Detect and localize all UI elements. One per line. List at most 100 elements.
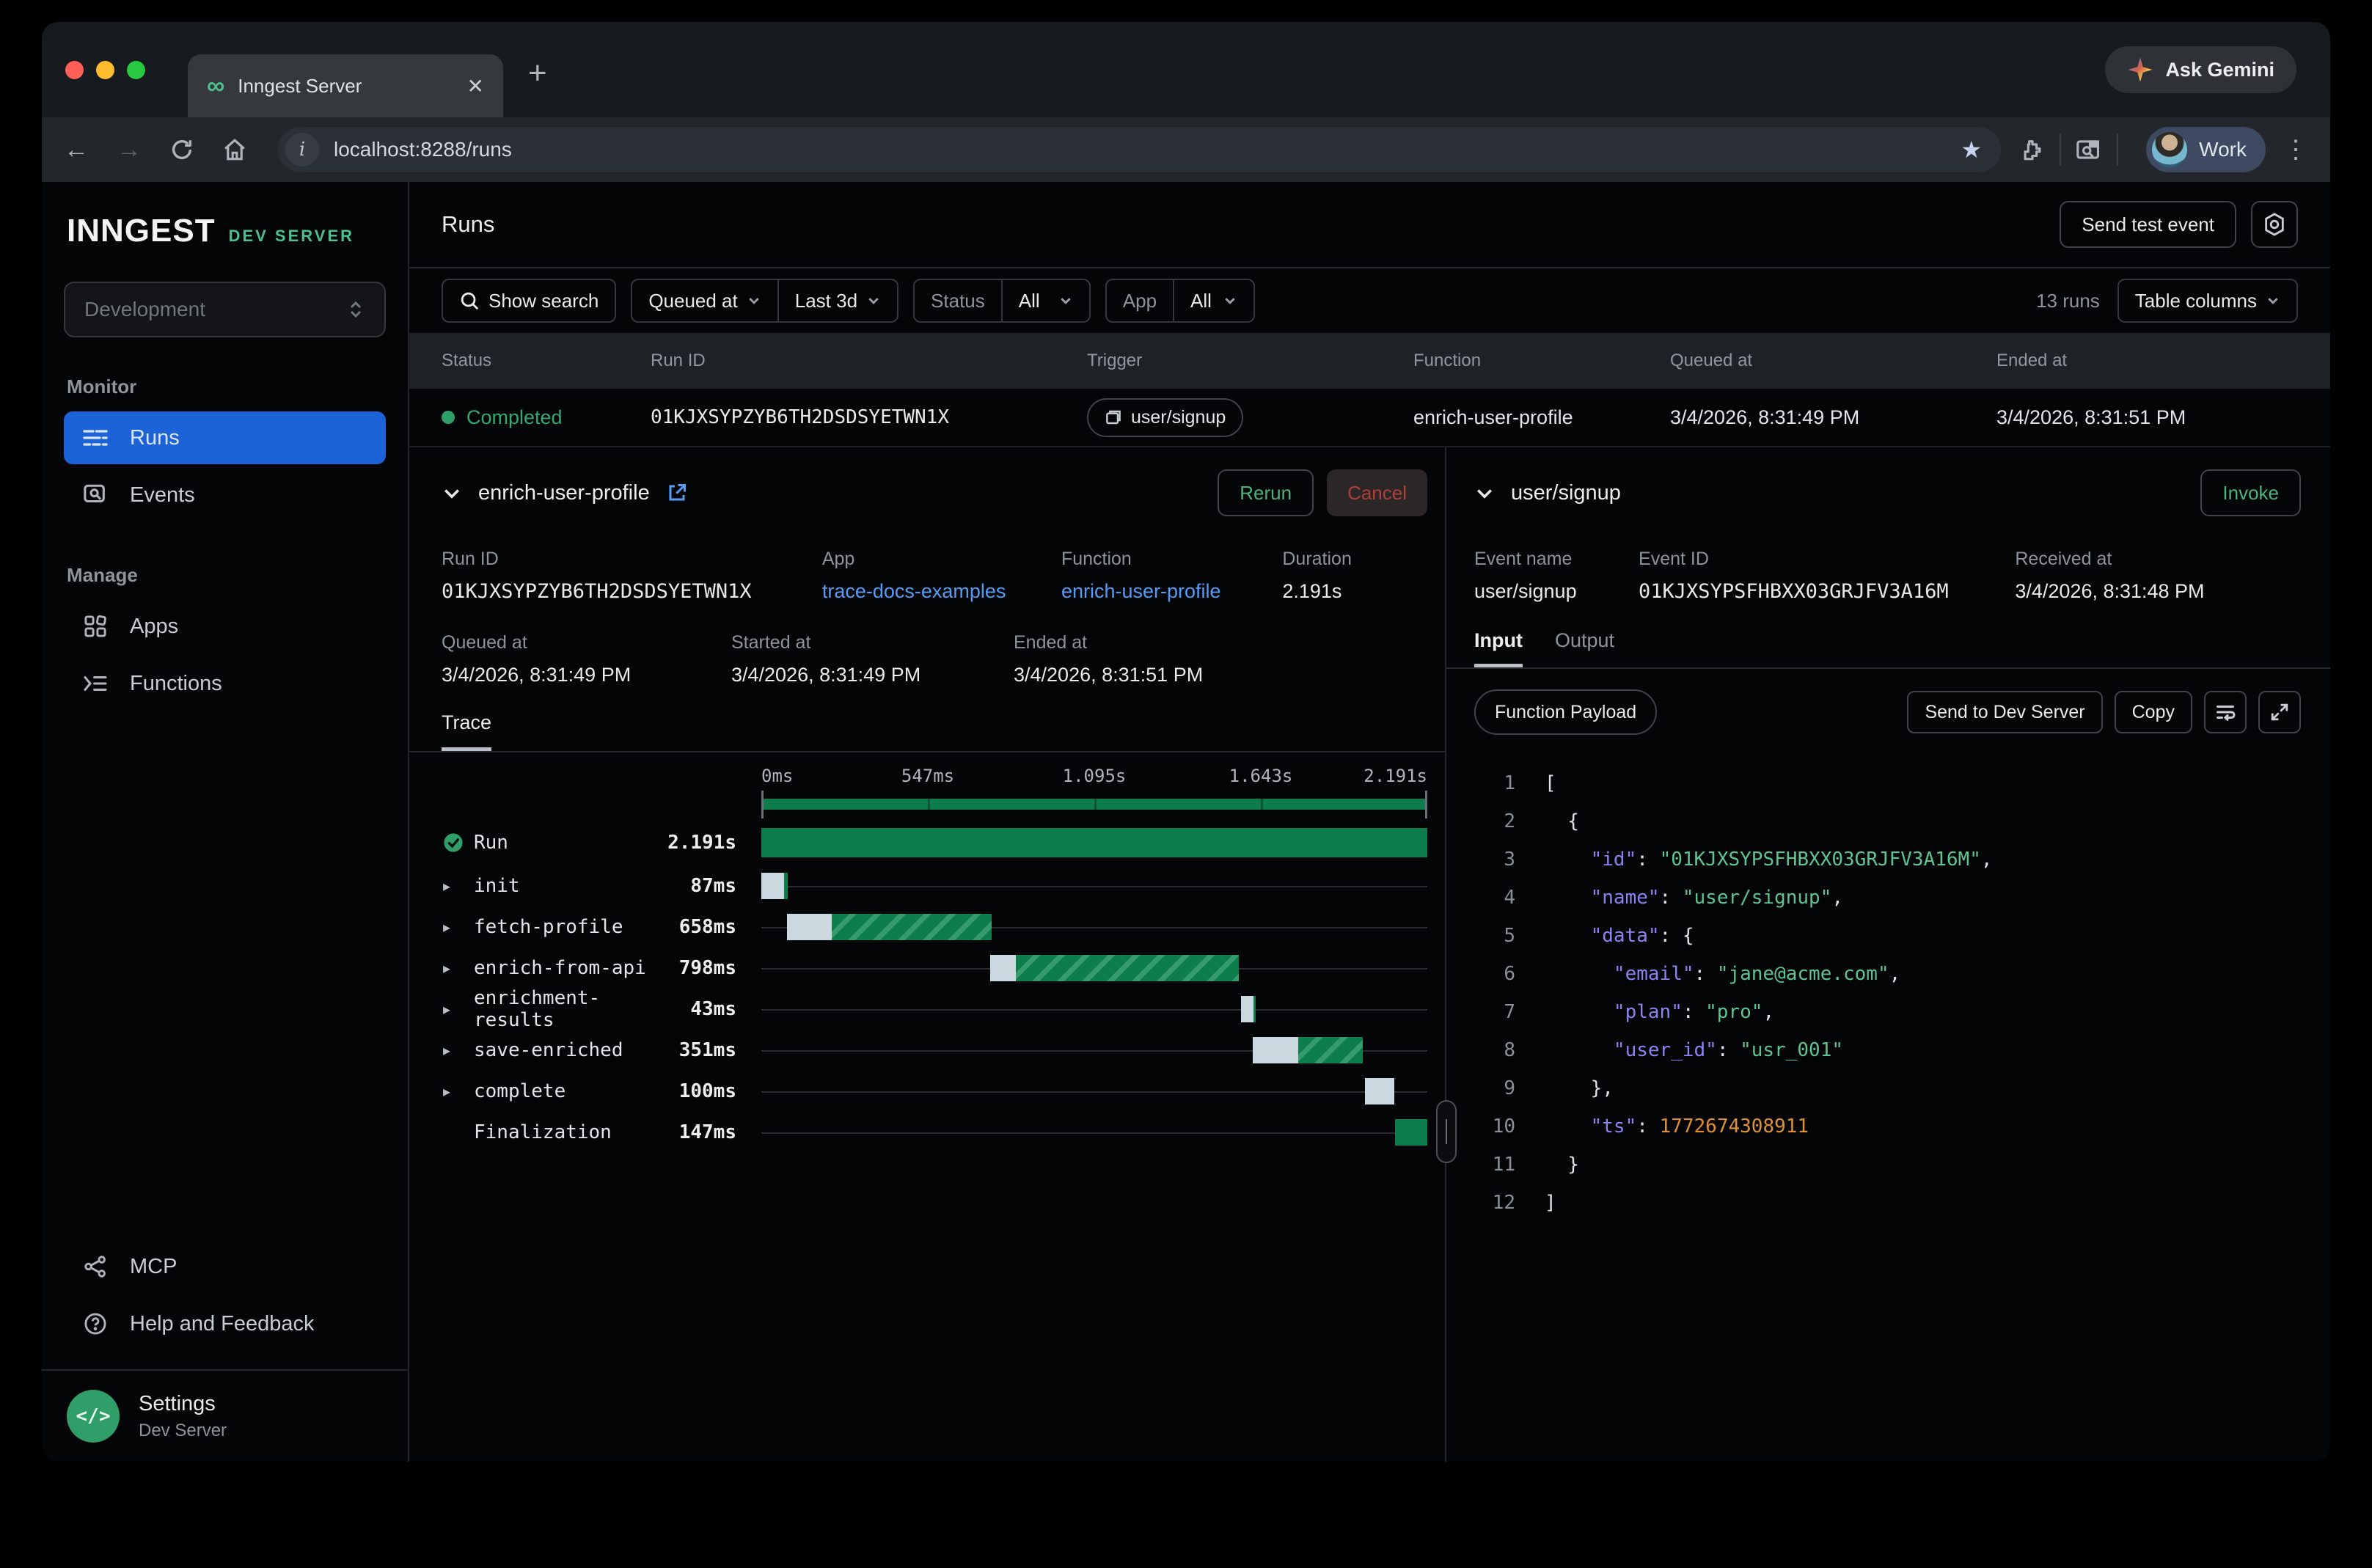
app-filter[interactable]: App All (1105, 279, 1255, 323)
step-bar-solid (1253, 996, 1256, 1022)
sidebar-item-settings[interactable]: </> Settings Dev Server (42, 1369, 408, 1462)
settings-gear-button[interactable] (2251, 201, 2298, 248)
sidebar-item-events[interactable]: Events (64, 469, 386, 521)
queued-at-filter[interactable]: Queued at (632, 280, 777, 321)
trace-row[interactable]: Run2.191s (442, 820, 1427, 865)
sidebar-item-functions[interactable]: Functions (64, 657, 386, 710)
events-icon (81, 483, 109, 507)
step-bar-queue (1253, 1037, 1298, 1063)
table-row[interactable]: Completed 01KJXSYPZYB6TH2DSDSYETWN1X use… (409, 389, 2330, 447)
chevron-down-icon (1223, 293, 1237, 308)
step-timeline (761, 865, 1427, 906)
dev-server-icon: </> (67, 1390, 120, 1443)
code-line: 2 { (1474, 802, 2301, 840)
trace-row[interactable]: ▸save-enriched351ms (442, 1030, 1427, 1071)
run-meta-item: Queued at3/4/2026, 8:31:49 PM (442, 632, 731, 686)
reload-icon[interactable] (169, 137, 194, 162)
inngest-favicon-icon: ∞ (207, 73, 224, 98)
event-detail-title: user/signup (1511, 481, 1621, 505)
expand-chevron-icon[interactable]: ▸ (443, 1041, 462, 1060)
trace-row[interactable]: ▸init87ms (442, 865, 1427, 906)
help-icon (81, 1312, 109, 1336)
tab-close-icon[interactable]: ✕ (467, 74, 484, 98)
send-to-dev-server-button[interactable]: Send to Dev Server (1907, 691, 2102, 733)
step-name: complete (474, 1080, 647, 1102)
word-wrap-button[interactable] (2204, 691, 2247, 733)
step-bar-queue (1365, 1078, 1394, 1104)
cancel-button[interactable]: Cancel (1327, 469, 1427, 516)
step-duration: 87ms (659, 875, 761, 897)
step-name: Finalization (474, 1121, 647, 1143)
collapse-chevron-icon[interactable] (1474, 483, 1495, 503)
expand-chevron-icon[interactable]: ▸ (443, 1082, 462, 1101)
copy-button[interactable]: Copy (2115, 691, 2192, 733)
sidebar-item-help[interactable]: Help and Feedback (64, 1297, 386, 1350)
invoke-button[interactable]: Invoke (2200, 469, 2301, 516)
expand-chevron-icon[interactable]: ▸ (443, 918, 462, 937)
browser-menu-icon[interactable]: ⋮ (2283, 135, 2308, 164)
back-icon[interactable]: ← (64, 136, 89, 164)
rerun-button[interactable]: Rerun (1218, 469, 1314, 516)
axis-tick-label: 1.095s (1063, 766, 1127, 786)
tab-output[interactable]: Output (1555, 629, 1614, 667)
trace-row[interactable]: ▸complete100ms (442, 1071, 1427, 1112)
run-meta-item: Started at3/4/2026, 8:31:49 PM (731, 632, 1014, 686)
step-timeline (761, 1112, 1427, 1153)
step-success-icon (443, 832, 462, 853)
show-search-button[interactable]: Show search (442, 279, 616, 323)
function-cell: enrich-user-profile (1413, 406, 1670, 429)
collapse-chevron-icon[interactable] (442, 483, 462, 503)
profile-button[interactable]: Work (2146, 127, 2266, 172)
trace-row[interactable]: ▸enrich-from-api798ms (442, 948, 1427, 989)
minimize-window-button[interactable] (96, 61, 114, 79)
status-filter[interactable]: Status All (913, 279, 1091, 323)
new-tab-button[interactable]: + (528, 55, 547, 92)
time-range-filter[interactable]: Last 3d (777, 280, 897, 321)
bookmark-star-icon[interactable]: ★ (1961, 136, 1982, 164)
browser-toolbar: ← → i localhost:8288/runs ★ (42, 117, 2330, 182)
panel-resize-handle[interactable] (1436, 1100, 1457, 1163)
manage-section-label: Manage (64, 564, 386, 587)
site-info-icon[interactable]: i (285, 133, 319, 166)
event-tabs: Input Output (1446, 629, 2330, 669)
ask-gemini-button[interactable]: Ask Gemini (2105, 46, 2296, 93)
external-link-icon[interactable] (666, 482, 688, 504)
event-meta-row: Event nameuser/signupEvent ID01KJXSYPSFH… (1474, 549, 2301, 603)
sidebar-item-runs[interactable]: Runs (64, 411, 386, 464)
expand-chevron-icon[interactable]: ▸ (443, 959, 462, 978)
step-bar-hatch (1298, 1037, 1363, 1063)
tab-input[interactable]: Input (1474, 629, 1523, 667)
expand-chevron-icon[interactable]: ▸ (443, 1000, 462, 1019)
tab-trace[interactable]: Trace (442, 711, 491, 751)
environment-select[interactable]: Development (64, 282, 386, 337)
function-payload-button[interactable]: Function Payload (1474, 689, 1657, 735)
run-meta-item: Apptrace-docs-examples (822, 549, 1061, 603)
trace-row[interactable]: ▸fetch-profile658ms (442, 906, 1427, 948)
home-icon[interactable] (222, 137, 247, 162)
extensions-icon[interactable] (2020, 137, 2045, 162)
trace-minimap[interactable] (761, 789, 1427, 820)
tab-search-icon[interactable] (2076, 137, 2102, 162)
line-number: 4 (1474, 887, 1515, 909)
forward-icon[interactable]: → (117, 136, 142, 164)
maximize-window-button[interactable] (127, 61, 145, 79)
browser-tab[interactable]: ∞ Inngest Server ✕ (188, 54, 503, 117)
sidebar-item-apps[interactable]: Apps (64, 600, 386, 653)
line-number: 7 (1474, 1001, 1515, 1023)
expand-chevron-icon[interactable]: ▸ (443, 877, 462, 895)
table-columns-button[interactable]: Table columns (2117, 279, 2298, 323)
close-window-button[interactable] (65, 61, 84, 79)
trace-row[interactable]: Finalization147ms (442, 1112, 1427, 1153)
trace-row[interactable]: ▸enrichment-results43ms (442, 989, 1427, 1030)
expand-button[interactable] (2258, 691, 2301, 733)
trigger-pill[interactable]: user/signup (1087, 398, 1243, 437)
url-bar[interactable]: i localhost:8288/runs ★ (278, 127, 2001, 172)
filter-bar: Show search Queued at Last 3d (409, 268, 2330, 333)
sidebar-item-mcp[interactable]: MCP (64, 1240, 386, 1293)
toolbar-separator (2117, 133, 2118, 166)
step-bar-queue (787, 914, 832, 940)
send-test-event-button[interactable]: Send test event (2060, 201, 2236, 248)
code-block[interactable]: 1[2 {3 "id": "01KJXSYPSFHBXX03GRJFV3A16M… (1474, 764, 2301, 1222)
run-detail-panel: enrich-user-profile Rerun Cancel Run ID0… (409, 447, 1446, 1462)
run-meta-row-2: Queued at3/4/2026, 8:31:49 PMStarted at3… (442, 632, 1427, 686)
